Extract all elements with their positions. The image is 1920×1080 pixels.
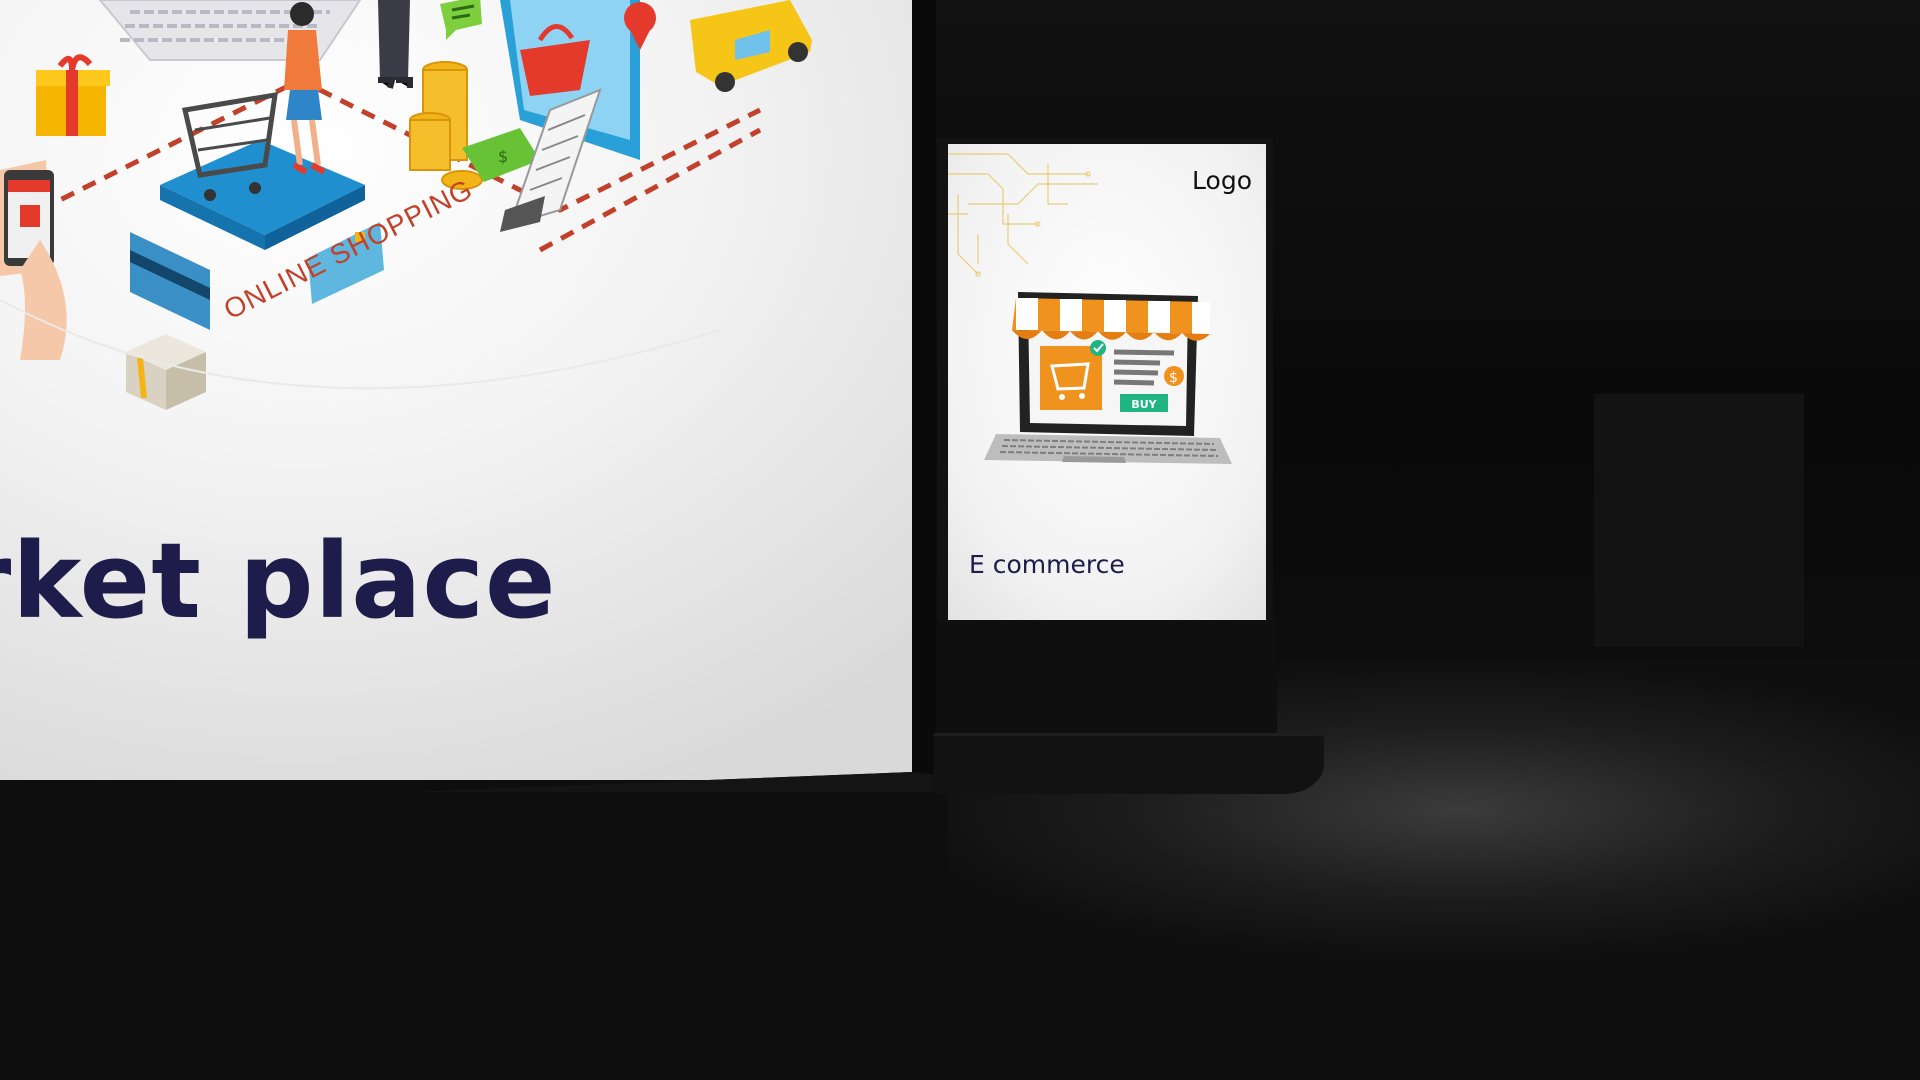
chat-bubble-icon — [440, 0, 482, 40]
poster-logo-text: Logo — [1192, 166, 1252, 195]
keyboard-icon — [97, 0, 362, 61]
delivery-van-icon — [690, 0, 812, 92]
studio-scene: $ ONLINE SHOPPING rket place $ BUY Logo … — [0, 0, 1920, 1080]
poster-stand-step — [934, 733, 1324, 794]
billboard-title: rket place — [0, 520, 557, 642]
billboard-frame — [912, 0, 936, 790]
poster-caption: E commerce — [969, 550, 1125, 579]
billboard-base — [0, 792, 948, 1080]
monitor-basket-icon — [500, 0, 640, 232]
svg-text:$: $ — [498, 147, 508, 166]
cart-platform-icon — [160, 91, 365, 250]
ecommerce-poster: $ BUY Logo E commerce — [948, 144, 1266, 620]
parcel-box-icon — [126, 334, 206, 410]
mobile-shop-icon — [0, 160, 67, 360]
billboard-screen: $ ONLINE SHOPPING rket place — [0, 0, 912, 780]
svg-text:$: $ — [1169, 370, 1178, 386]
gift-icon — [36, 54, 110, 136]
poster-artwork: $ BUY — [948, 153, 1232, 464]
buy-button-label: BUY — [1131, 398, 1157, 411]
online-shopping-illustration: $ — [0, 0, 812, 410]
back-wall-panel — [1594, 394, 1804, 647]
circuit-pattern-icon — [948, 153, 1098, 277]
coins-icon — [409, 61, 483, 190]
laptop-store-icon: $ — [984, 292, 1232, 464]
poster-stand-base — [937, 620, 1277, 745]
person-legs-icon — [378, 0, 413, 89]
